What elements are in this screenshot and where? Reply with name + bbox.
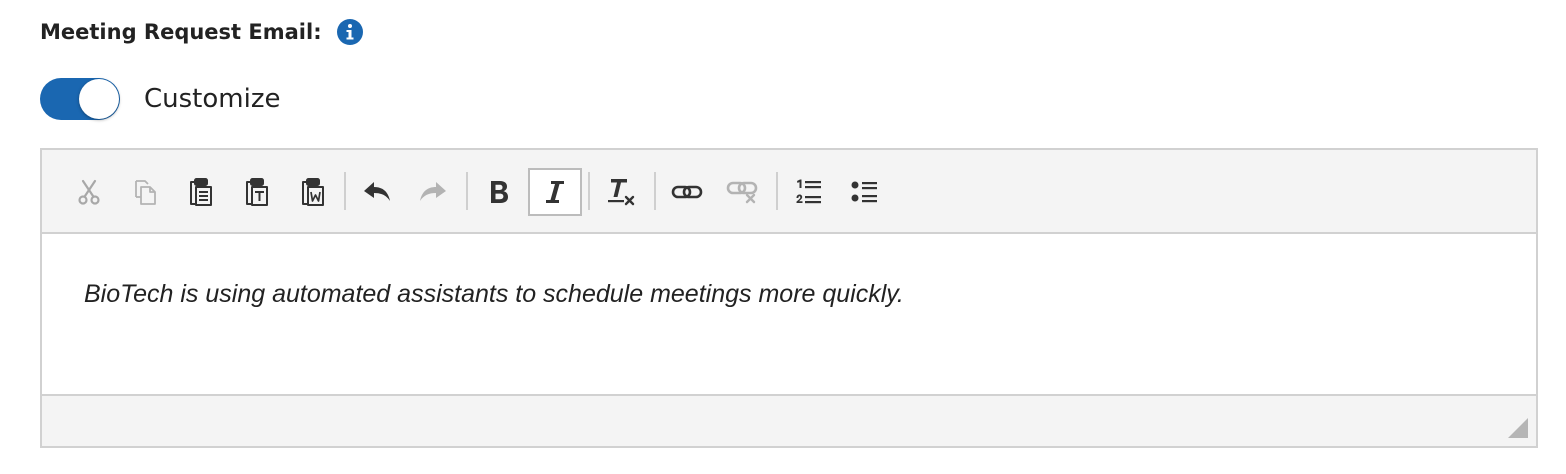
rich-text-editor: BioTech is using automated assistants to… [40, 148, 1538, 448]
undo-button[interactable] [350, 168, 404, 216]
editor-content-text[interactable]: BioTech is using automated assistants to… [84, 280, 904, 309]
paste-as-text-button[interactable] [230, 168, 284, 216]
toolbar-separator [588, 172, 590, 210]
copy-icon [135, 180, 156, 205]
bold-button[interactable] [472, 168, 526, 216]
link-icon [671, 185, 703, 199]
customize-label: Customize [144, 84, 281, 114]
toolbar-separator [344, 172, 346, 210]
bulleted-list-button[interactable] [838, 168, 892, 216]
paste-from-word-button[interactable] [286, 168, 340, 216]
numbered-list-icon [796, 179, 821, 204]
remove-format-icon [608, 179, 635, 206]
redo-button[interactable] [406, 168, 460, 216]
toolbar-separator [654, 172, 656, 210]
scissors-icon [78, 179, 100, 205]
customize-row: Customize [40, 77, 280, 121]
toolbar-separator [466, 172, 468, 210]
editor-content-area[interactable]: BioTech is using automated assistants to… [42, 234, 1536, 396]
link-button[interactable] [660, 168, 714, 216]
undo-icon [364, 182, 390, 201]
editor-statusbar [42, 394, 1536, 446]
info-circle-icon[interactable] [336, 18, 364, 46]
toggle-knob [79, 79, 119, 119]
clipboard-text-icon [246, 178, 268, 206]
cut-button[interactable] [62, 168, 116, 216]
customize-toggle[interactable] [40, 78, 120, 120]
italic-icon [546, 181, 564, 203]
bold-icon [491, 181, 508, 203]
paste-button[interactable] [174, 168, 228, 216]
unlink-button[interactable] [716, 168, 770, 216]
meeting-request-email-settings: Meeting Request Email: Customize BioTech… [0, 0, 1566, 474]
clipboard-word-icon [302, 178, 324, 206]
bulleted-list-icon [851, 181, 877, 203]
numbered-list-button[interactable] [782, 168, 836, 216]
clipboard-icon [190, 178, 212, 206]
resize-handle-icon[interactable] [1508, 418, 1528, 438]
italic-button[interactable] [528, 168, 582, 216]
copy-button[interactable] [118, 168, 172, 216]
unlink-icon [726, 181, 758, 204]
toolbar-separator [776, 172, 778, 210]
remove-format-button[interactable] [594, 168, 648, 216]
field-label: Meeting Request Email: [40, 20, 322, 44]
editor-toolbar [42, 150, 1536, 234]
field-header: Meeting Request Email: [40, 14, 364, 50]
redo-icon [420, 182, 446, 201]
